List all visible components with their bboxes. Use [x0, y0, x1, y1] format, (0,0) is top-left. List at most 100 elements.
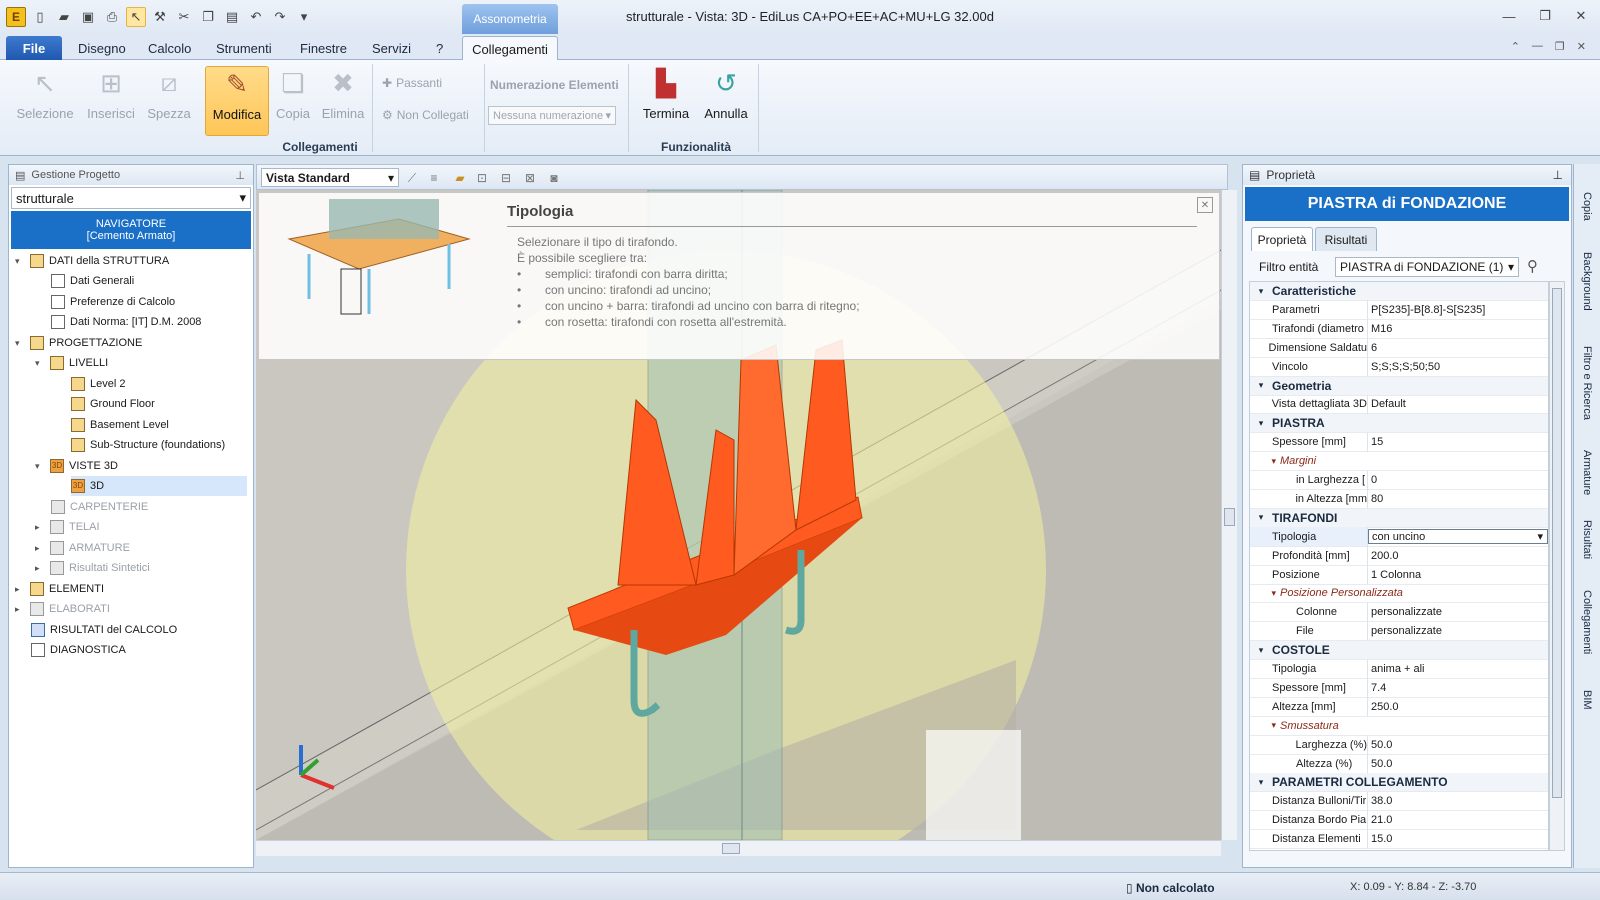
property-value[interactable]: 6	[1368, 342, 1548, 354]
property-row[interactable]: ▾ Smussatura	[1250, 717, 1548, 736]
collapse-icon[interactable]: ▾	[1250, 380, 1272, 391]
print-icon[interactable]: ⎙	[102, 7, 122, 27]
pin-icon[interactable]: ⊥	[235, 169, 245, 182]
line-tool-icon[interactable]: ⟋	[403, 169, 421, 187]
property-row[interactable]: ▾ Posizione Personalizzata	[1250, 584, 1548, 604]
collapse-icon[interactable]: ▾	[15, 256, 25, 267]
tree-item[interactable]: ▾ 3D VISTE 3D	[35, 456, 118, 476]
property-row[interactable]: Dimensione Saldatu 6	[1250, 338, 1548, 358]
property-value[interactable]: 80	[1368, 493, 1548, 505]
spezza-button[interactable]: ⧄ Spezza	[142, 66, 196, 134]
property-value[interactable]: anima + ali	[1368, 663, 1548, 675]
collapse-icon[interactable]: ▾	[1250, 720, 1280, 731]
collapse-icon[interactable]: ▾	[1250, 456, 1280, 467]
search-icon[interactable]: ⚲	[1527, 257, 1538, 275]
tab-strumenti[interactable]: Strumenti	[216, 38, 272, 58]
close-icon[interactable]: ✕	[1570, 6, 1592, 26]
close-tooltip-icon[interactable]: ✕	[1197, 197, 1213, 213]
collapse-icon[interactable]: ▾	[1250, 588, 1280, 599]
scroll-thumb[interactable]	[1552, 288, 1562, 798]
expand-icon[interactable]: ▸	[35, 543, 45, 554]
side-tab-collegamenti[interactable]: Collegamenti	[1576, 568, 1598, 664]
tab-servizi[interactable]: Servizi	[372, 38, 411, 58]
tree-item[interactable]: Level 2	[71, 374, 125, 394]
annulla-button[interactable]: ↺ Annulla	[696, 66, 756, 134]
view-mode-select[interactable]: Vista Standard ▾	[261, 168, 399, 187]
side-tab-filtro-ricerca[interactable]: Filtro e Ricerca	[1576, 324, 1598, 424]
property-grid-scrollbar[interactable]	[1549, 281, 1565, 851]
property-value[interactable]: 0	[1368, 474, 1548, 486]
tree-item[interactable]: DIAGNOSTICA	[31, 640, 126, 660]
mdi-restore-icon[interactable]: ❐	[1555, 40, 1565, 53]
property-value[interactable]: 21.0	[1368, 814, 1548, 826]
chevron-down-icon[interactable]: ▾	[1537, 530, 1547, 543]
section-icon[interactable]: ⊟	[497, 169, 515, 187]
tab-calcolo[interactable]: Calcolo	[148, 38, 191, 58]
scroll-thumb[interactable]	[1224, 508, 1235, 526]
property-value[interactable]: Default	[1368, 398, 1548, 410]
property-row[interactable]: Altezza (%) 50.0	[1250, 754, 1548, 774]
collapse-icon[interactable]: ▾	[1250, 418, 1272, 429]
property-value[interactable]: S;S;S;S;50;50	[1368, 361, 1548, 373]
property-value[interactable]: 200.0	[1368, 550, 1548, 562]
expand-icon[interactable]: ▸	[15, 604, 25, 615]
tree-item[interactable]: ▾ PROGETTAZIONE	[15, 333, 142, 353]
property-row[interactable]: ▾ Margini	[1250, 452, 1548, 472]
property-row[interactable]: in Altezza [mm 80	[1250, 489, 1548, 509]
property-value[interactable]: 1 Colonna	[1368, 569, 1548, 581]
tree-item[interactable]: ▸ ARMATURE	[35, 538, 130, 558]
new-file-icon[interactable]: ▯	[30, 7, 50, 27]
property-row[interactable]: Tirafondi (diametro M16	[1250, 319, 1548, 339]
navigator-box[interactable]: NAVIGATORE [Cemento Armato]	[11, 211, 251, 249]
save-icon[interactable]: ▣	[78, 7, 98, 27]
copy-icon[interactable]: ❐	[198, 7, 218, 27]
expand-icon[interactable]: ▸	[35, 522, 45, 533]
customize-icon[interactable]: ▾	[294, 7, 314, 27]
minimize-icon[interactable]: —	[1498, 6, 1520, 26]
property-value[interactable]: personalizzate	[1368, 606, 1548, 618]
redo-icon[interactable]: ↷	[270, 7, 290, 27]
property-value[interactable]: 15	[1368, 436, 1548, 448]
box-view-icon[interactable]: ▰	[451, 169, 469, 187]
viewport-3d[interactable]: Tipologia Selezionare il tipo di tirafon…	[256, 190, 1221, 840]
undo-icon[interactable]: ↶	[246, 7, 266, 27]
side-tab-copia[interactable]: Copia	[1576, 170, 1598, 224]
project-select[interactable]: strutturale ▾	[11, 187, 251, 209]
tree-item[interactable]: ▸ ELABORATI	[15, 599, 110, 619]
property-value[interactable]: personalizzate	[1368, 625, 1548, 637]
property-category[interactable]: ▾ PARAMETRI COLLEGAMENTO	[1250, 773, 1548, 793]
property-row[interactable]: File personalizzate	[1250, 621, 1548, 642]
paste-icon[interactable]: ▤	[222, 7, 242, 27]
property-row[interactable]: Colonne personalizzate	[1250, 602, 1548, 623]
property-category[interactable]: ▾ Caratteristiche	[1250, 282, 1548, 301]
camera-icon[interactable]: ◙	[545, 169, 563, 187]
tree-item[interactable]: CARPENTERIE	[51, 497, 148, 517]
property-row[interactable]: Distanza Bulloni/Tir 38.0	[1250, 791, 1548, 812]
zoom-extents-icon[interactable]: ⊡	[473, 169, 491, 187]
tree-item[interactable]: Preferenze di Calcolo	[51, 292, 175, 312]
file-menu-button[interactable]: File	[6, 36, 62, 60]
property-row[interactable]: Vista dettagliata 3D Default	[1250, 394, 1548, 415]
property-value-select[interactable]: con uncino ▾	[1368, 529, 1548, 545]
tab-collegamenti[interactable]: Collegamenti	[462, 36, 558, 61]
tree-item[interactable]: Dati Norma: [IT] D.M. 2008	[51, 312, 201, 332]
expand-icon[interactable]: ▸	[35, 563, 45, 574]
side-tab-risultati[interactable]: Risultati	[1576, 498, 1598, 564]
side-tab-bim[interactable]: BIM	[1576, 668, 1598, 718]
property-row[interactable]: Vincolo S;S;S;S;50;50	[1250, 357, 1548, 377]
property-row[interactable]: Tipologia anima + ali	[1250, 659, 1548, 679]
tree-item[interactable]: ▸ Risultati Sintetici	[35, 558, 150, 578]
property-category[interactable]: ▾ TIRAFONDI	[1250, 508, 1548, 528]
property-row[interactable]: Distanza Elementi 15.0	[1250, 829, 1548, 850]
tab-disegno[interactable]: Disegno	[78, 38, 126, 58]
property-row[interactable]: Spessore [mm] 7.4	[1250, 678, 1548, 698]
tree-item[interactable]: Ground Floor	[71, 394, 155, 414]
side-tab-armature[interactable]: Armature	[1576, 428, 1598, 495]
tree-item[interactable]: ▸ TELAI	[35, 517, 100, 537]
collapse-icon[interactable]: ▾	[1250, 645, 1272, 656]
property-value[interactable]: 250.0	[1368, 701, 1548, 713]
tab-risultati[interactable]: Risultati	[1315, 227, 1377, 251]
property-value[interactable]: M16	[1368, 323, 1548, 335]
tree-item[interactable]: Sub-Structure (foundations)	[71, 435, 225, 455]
property-row[interactable]: Profondità [mm] 200.0	[1250, 546, 1548, 566]
